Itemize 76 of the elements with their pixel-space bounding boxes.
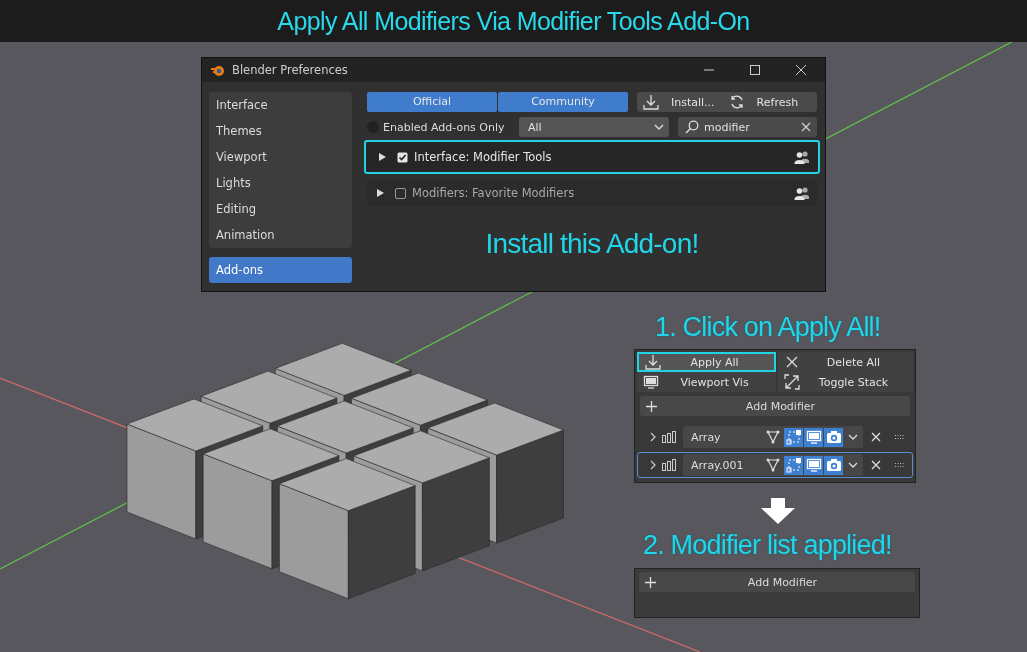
sidebar-item[interactable]: Animation <box>209 222 352 248</box>
camera-icon <box>825 429 842 445</box>
expand-icon <box>784 374 800 390</box>
caption: 1. Click on Apply All! <box>655 312 881 343</box>
chevron-right-icon <box>650 432 656 442</box>
vertex-triangle-icon <box>766 458 780 472</box>
window-title: Blender Preferences <box>232 63 349 77</box>
chevron-down-icon <box>848 433 858 441</box>
modifier-row[interactable]: Array.001 <box>637 452 913 478</box>
close-icon <box>871 432 881 442</box>
toggle-button[interactable] <box>804 455 823 475</box>
maximize-icon <box>749 64 761 76</box>
plus-icon <box>645 576 656 588</box>
search-icon <box>685 120 699 134</box>
down-arrow-icon <box>760 498 796 524</box>
add-modifier-button[interactable]: Add Modifier <box>640 396 910 416</box>
chevron-down-icon <box>848 461 858 469</box>
sidebar-item[interactable]: Add-ons <box>209 257 352 283</box>
download-icon <box>645 354 661 370</box>
users-icon <box>794 150 810 164</box>
toggle-button[interactable] <box>804 427 823 447</box>
close-icon <box>795 64 807 76</box>
chevron-down-icon <box>654 123 664 131</box>
drag-handle-icon <box>894 434 906 440</box>
tool-button[interactable]: Viewport Vis <box>637 372 776 392</box>
clear-icon <box>801 122 811 132</box>
addon-row[interactable]: Modifiers: Favorite Modifiers <box>367 180 817 206</box>
edit-mode-icon <box>785 457 802 473</box>
source-tab[interactable]: Community <box>498 92 628 112</box>
expand-triangle-icon <box>379 153 386 161</box>
toggle-button[interactable] <box>824 427 843 447</box>
users-icon <box>794 186 810 200</box>
array-modifier-icon <box>662 459 676 471</box>
modifier-name-field[interactable]: Array <box>683 426 863 448</box>
monitor-icon <box>643 374 659 390</box>
tool-button[interactable]: Apply All <box>637 352 776 372</box>
callout-text: Install this Add-on! <box>484 228 700 260</box>
modifier-name-field[interactable]: Array.001 <box>683 454 863 476</box>
monitor-icon <box>805 429 822 445</box>
chevron-right-icon <box>650 460 656 470</box>
sidebar-item[interactable]: Viewport <box>209 144 352 170</box>
tool-button[interactable]: Delete All <box>778 352 913 372</box>
addon-name: Modifiers: Favorite Modifiers <box>412 186 576 200</box>
toggle-button[interactable] <box>784 455 803 475</box>
add-modifier-button[interactable]: Add Modifier <box>639 572 915 592</box>
expand-triangle-icon <box>377 189 384 197</box>
close-icon <box>871 460 881 470</box>
sidebar-item[interactable]: Editing <box>209 196 352 222</box>
addon-row[interactable]: Interface: Modifier Tools <box>364 140 820 174</box>
category-dropdown[interactable]: All <box>519 117 669 137</box>
sidebar-item[interactable]: Interface <box>209 92 352 118</box>
radio-label: Enabled Add-ons Only <box>383 120 505 134</box>
sidebar-item[interactable]: Lights <box>209 170 352 196</box>
source-tab[interactable]: Official <box>367 92 497 112</box>
caption: 2. Modifier list applied! <box>643 530 892 561</box>
sidebar-item[interactable]: Themes <box>209 118 352 144</box>
toggle-button[interactable] <box>824 455 843 475</box>
refresh-button[interactable]: Refresh <box>728 92 799 112</box>
edit-mode-icon <box>785 429 802 445</box>
array-modifier-icon <box>662 431 676 443</box>
plus-icon <box>646 400 657 412</box>
download-icon <box>643 94 659 110</box>
banner-title: Apply All Modifiers Via Modifier Tools Add-On <box>277 6 750 36</box>
close-icon <box>784 354 800 370</box>
vertex-triangle-icon <box>766 430 780 444</box>
camera-icon <box>825 457 842 473</box>
addon-name: Interface: Modifier Tools <box>414 150 553 164</box>
drag-handle-icon <box>894 462 906 468</box>
toggle-button[interactable] <box>784 427 803 447</box>
tool-button[interactable]: Toggle Stack <box>778 372 913 392</box>
monitor-icon <box>805 457 822 473</box>
install-button[interactable]: Install... <box>643 92 715 112</box>
refresh-icon <box>728 94 745 110</box>
search-field[interactable]: modifier <box>678 117 817 137</box>
modifier-row[interactable]: Array <box>637 424 913 450</box>
app-logo-icon <box>210 63 226 77</box>
